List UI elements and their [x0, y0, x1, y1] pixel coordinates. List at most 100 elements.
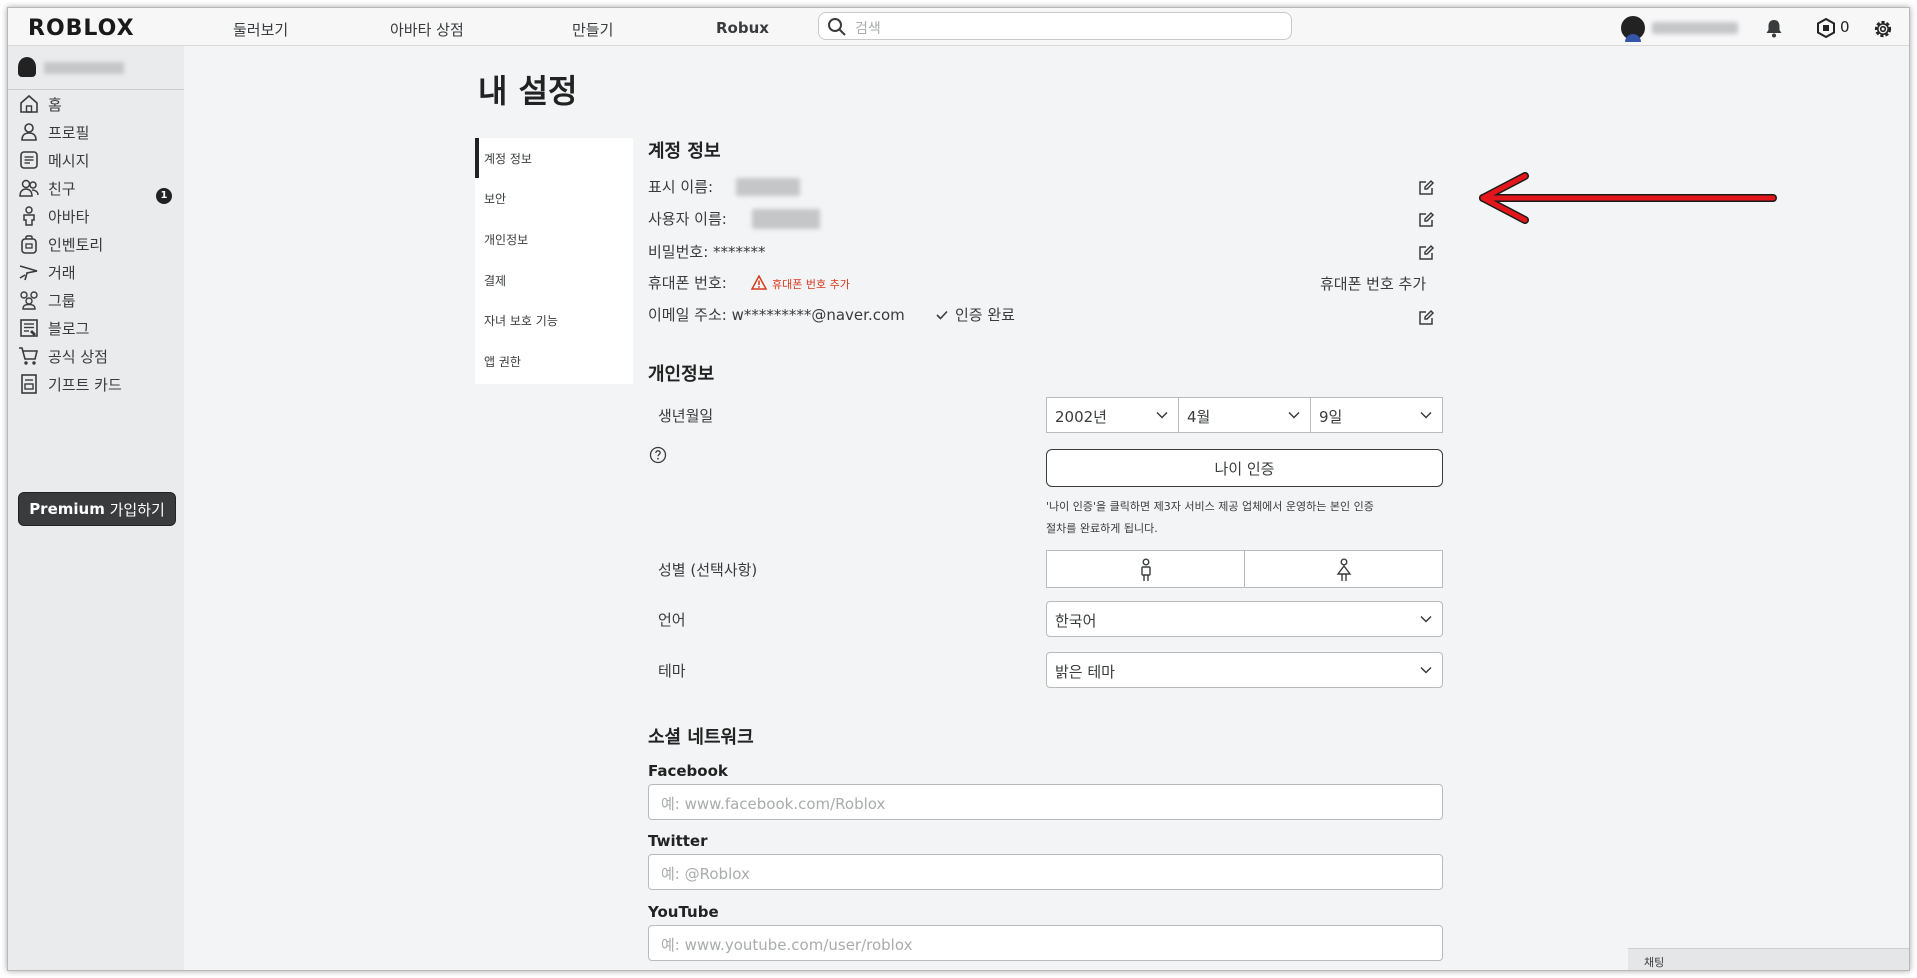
browser-frame: ROBLOX 둘러보기 아바타 상점 만들기 Robux 검색 0 홈 프로필 [7, 7, 1910, 971]
sidebar-item-home[interactable]: 홈 [18, 90, 178, 118]
account-info-heading: 계정 정보 [648, 141, 721, 162]
sidebar-item-label: 기프트 카드 [48, 375, 122, 394]
age-verify-note-line1: '나이 인증'을 클릭하면 제3자 서비스 제공 업체에서 운영하는 본인 인증 [1046, 500, 1374, 513]
sidebar-item-label: 거래 [48, 263, 76, 282]
youtube-input[interactable]: 예: www.youtube.com/user/roblox [648, 925, 1443, 961]
settings-tabs: 계정 정보 보안 개인정보 결제 자녀 보호 기능 앱 권한 [475, 138, 633, 384]
birth-month-select[interactable]: 4월 [1178, 397, 1311, 433]
sidebar-user[interactable] [8, 46, 184, 90]
gender-male-button[interactable] [1046, 550, 1245, 588]
sidebar-item-messages[interactable]: 메시지 [18, 146, 178, 174]
sidebar-item-label: 인벤토리 [48, 235, 104, 254]
chevron-down-icon [1288, 411, 1300, 419]
birth-day-select[interactable]: 9일 [1310, 397, 1443, 433]
twitter-input[interactable]: 예: @Roblox [648, 854, 1443, 890]
tab-parental-controls[interactable]: 자녀 보호 기능 [475, 300, 633, 340]
chevron-down-icon [1420, 666, 1432, 674]
nav-robux[interactable]: Robux [716, 19, 769, 37]
help-icon[interactable] [649, 446, 667, 464]
edit-password-icon[interactable] [1417, 244, 1435, 262]
chevron-down-icon [1420, 615, 1432, 623]
trade-icon [19, 265, 38, 281]
chevron-down-icon [1420, 411, 1432, 419]
roblox-logo[interactable]: ROBLOX [28, 16, 135, 41]
display-name-label: 표시 이름: [648, 178, 714, 196]
sidebar-item-groups[interactable]: 그룹 [18, 286, 178, 314]
edit-username-icon[interactable] [1417, 211, 1435, 229]
youtube-label: YouTube [648, 903, 719, 921]
sidebar-item-label: 공식 상점 [48, 347, 108, 366]
sidebar-item-official-store[interactable]: 공식 상점 [18, 342, 178, 370]
female-icon [1336, 558, 1352, 581]
password-label: 비밀번호: ******* [648, 243, 766, 261]
nav-avatar-shop[interactable]: 아바타 상점 [390, 19, 464, 40]
gender-female-button[interactable] [1244, 550, 1443, 588]
gear-icon[interactable] [1872, 18, 1894, 40]
home-icon [20, 94, 38, 113]
chat-tab[interactable]: 채팅 [1628, 948, 1909, 970]
premium-signup-button[interactable]: Premium 가입하기 [18, 492, 176, 526]
sidebar-item-trade[interactable]: 거래 [18, 258, 178, 286]
sidebar-item-friends[interactable]: 친구 [18, 174, 178, 202]
premium-signup-label: 가입하기 [104, 500, 165, 519]
robux-icon[interactable] [1816, 18, 1836, 38]
nav-create[interactable]: 만들기 [572, 19, 613, 40]
sidebar-item-profile[interactable]: 프로필 [18, 118, 178, 146]
age-verify-note-line2: 절차를 완료하게 됩니다. [1046, 522, 1158, 535]
sidebar-item-blog[interactable]: 블로그 [18, 314, 178, 342]
birth-year-select[interactable]: 2002년 [1046, 397, 1179, 433]
messages-icon [20, 151, 38, 169]
tab-security[interactable]: 보안 [475, 178, 633, 218]
cart-icon [19, 347, 39, 365]
sidebar-item-label: 홈 [48, 95, 62, 114]
avatar-icon [23, 206, 35, 226]
birth-day-value: 9일 [1319, 408, 1343, 426]
chevron-down-icon [1156, 411, 1168, 419]
nav-discover[interactable]: 둘러보기 [233, 19, 288, 40]
phone-warning-text: 휴대폰 번호 추가 [772, 278, 850, 291]
birth-year-value: 2002년 [1055, 408, 1107, 426]
edit-display-name-icon[interactable] [1417, 179, 1435, 197]
birthday-label: 생년월일 [658, 407, 714, 425]
friends-icon [19, 179, 39, 197]
tab-privacy[interactable]: 개인정보 [475, 219, 633, 259]
twitter-label: Twitter [648, 832, 708, 850]
youtube-placeholder: 예: www.youtube.com/user/roblox [661, 936, 913, 954]
birth-month-value: 4월 [1187, 408, 1211, 426]
search-placeholder: 검색 [855, 21, 881, 37]
display-name-value-redacted [736, 178, 800, 196]
blog-icon [20, 319, 38, 337]
age-verify-button[interactable]: 나이 인증 [1046, 449, 1443, 487]
sidebar-item-label: 메시지 [48, 151, 90, 170]
tab-app-permissions[interactable]: 앱 권한 [475, 341, 633, 381]
premium-label: Premium [29, 500, 105, 518]
phone-label: 휴대폰 번호: [648, 274, 727, 292]
sidebar-item-label: 프로필 [48, 123, 90, 142]
search-input[interactable]: 검색 [818, 12, 1292, 40]
sidebar-item-label: 친구 [48, 179, 76, 198]
robux-balance[interactable]: 0 [1840, 18, 1850, 36]
sidebar-item-label: 아바타 [48, 207, 90, 226]
email-verified-text: 인증 완료 [955, 306, 1015, 324]
tab-billing[interactable]: 결제 [475, 260, 633, 300]
twitter-placeholder: 예: @Roblox [661, 865, 750, 883]
tab-account-info[interactable]: 계정 정보 [475, 138, 633, 178]
avatar [18, 57, 36, 77]
sidebar-item-gift-cards[interactable]: 기프트 카드 [18, 370, 178, 398]
email-label: 이메일 주소: w*********@naver.com [648, 306, 905, 324]
language-value: 한국어 [1055, 612, 1097, 630]
groups-icon [20, 291, 38, 310]
add-phone-link[interactable]: 휴대폰 번호 추가 [1320, 273, 1426, 294]
facebook-placeholder: 예: www.facebook.com/Roblox [661, 795, 886, 813]
sidebar-item-inventory[interactable]: 인벤토리 [18, 230, 178, 258]
avatar[interactable] [1621, 16, 1645, 42]
personal-info-heading: 개인정보 [648, 364, 715, 385]
facebook-input[interactable]: 예: www.facebook.com/Roblox [648, 784, 1443, 820]
notification-bell-icon[interactable] [1764, 18, 1784, 38]
theme-select[interactable]: 밝은 테마 [1046, 652, 1443, 688]
language-select[interactable]: 한국어 [1046, 601, 1443, 637]
edit-email-icon[interactable] [1417, 309, 1435, 327]
username-value-redacted [752, 209, 820, 229]
top-navigation-bar: ROBLOX 둘러보기 아바타 상점 만들기 Robux 검색 0 [8, 8, 1909, 46]
sidebar-item-avatar[interactable]: 아바타 [18, 202, 178, 230]
